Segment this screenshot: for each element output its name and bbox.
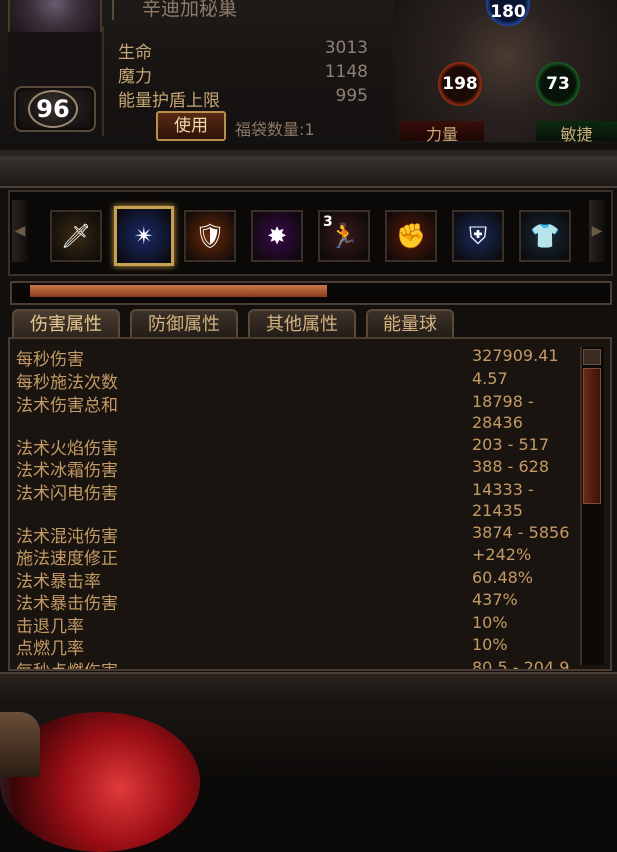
flame-shield-skill-icon[interactable]: 🛡	[184, 210, 236, 262]
skill-scroll-left[interactable]: ◀	[12, 200, 28, 262]
stat-label: 每秒伤害	[16, 350, 84, 370]
guard-emblem-skill-icon[interactable]: ⛨	[452, 210, 504, 262]
stat-label: 点燃几率	[16, 639, 84, 659]
bag-count: 福袋数量:1	[235, 120, 315, 139]
stat-value: 437%	[472, 590, 518, 609]
sprint-skill-icon[interactable]: 🏃 3	[318, 210, 370, 262]
stat-value: 203 - 517	[472, 435, 550, 454]
stat-label: 每秒点燃伤害	[16, 657, 118, 669]
stat-value-mana: 1148	[324, 62, 368, 82]
skill-glyph: 👕	[530, 222, 560, 250]
skill-glyph: ⛨	[469, 222, 487, 250]
skill-glyph: ✊	[396, 222, 426, 250]
dexterity-orb: 73	[536, 62, 580, 106]
stat-label: 法术暴击伤害	[16, 594, 118, 614]
skill-scroll-right[interactable]: ▶	[589, 200, 605, 262]
void-orb-skill-icon[interactable]: ✸	[251, 210, 303, 262]
tab-defense-attributes[interactable]: 防御属性	[130, 309, 238, 339]
stat-value: +242%	[472, 545, 532, 564]
fire-fist-skill-icon[interactable]: ✊	[385, 210, 437, 262]
dexterity-label: 敏捷	[536, 121, 617, 144]
scrollbar-thumb[interactable]	[583, 368, 601, 504]
stat-value-continued: 28436	[472, 413, 523, 432]
character-name: 辛迪加秘巢	[142, 0, 238, 20]
arcane-cloak-skill-icon[interactable]: ✴	[114, 206, 174, 266]
blade-skill-icon[interactable]: 🗡	[50, 210, 102, 262]
stat-value: 3874 - 5856	[472, 523, 570, 542]
stat-label: 法术闪电伤害	[16, 484, 118, 504]
name-divider	[112, 0, 114, 20]
skill-level-badge: 3	[323, 214, 333, 230]
stat-value: 10%	[472, 635, 508, 654]
tab-energy-orb[interactable]: 能量球	[366, 309, 454, 339]
tab-damage-attributes[interactable]: 伤害属性	[12, 309, 120, 339]
strength-label: 力量	[400, 121, 484, 144]
skill-glyph: ✴	[133, 222, 155, 250]
stat-value-energy-shield: 995	[335, 86, 368, 106]
character-portrait	[8, 0, 102, 34]
scroll-up-button[interactable]	[583, 349, 601, 365]
stat-value: 327909.41	[472, 346, 559, 365]
tab-other-attributes[interactable]: 其他属性	[248, 309, 356, 339]
stat-value: 18798 -	[472, 392, 534, 411]
damage-stats-list[interactable]: 每秒伤害 327909.41 每秒施法次数 4.57 法术伤害总和 18798 …	[8, 337, 612, 671]
hud-ornament	[0, 712, 40, 777]
skill-glyph: 🏃	[329, 222, 359, 250]
stat-label: 法术伤害总和	[16, 396, 118, 416]
stat-label-energy-shield: 能量护盾上限	[118, 91, 220, 111]
stat-label-life: 生命	[118, 43, 152, 63]
use-button[interactable]: 使用	[156, 111, 226, 141]
stat-value: 388 - 628	[472, 457, 550, 476]
experience-bar-fill	[30, 285, 327, 297]
skill-glyph: ✸	[266, 222, 288, 250]
stat-value-life: 3013	[324, 38, 368, 58]
stat-value: 4.57	[472, 369, 508, 388]
stat-value: 10%	[472, 613, 508, 632]
skill-glyph: 🛡	[194, 222, 226, 250]
armor-skill-icon[interactable]: 👕	[519, 210, 571, 262]
stat-value-continued: 21435	[472, 501, 523, 520]
window-frame-top	[0, 156, 617, 188]
skill-glyph: 🗡	[60, 222, 92, 250]
stat-label-mana: 魔力	[118, 67, 152, 87]
stat-label: 法术冰霜伤害	[16, 461, 118, 481]
stat-value: 60.48%	[472, 568, 534, 587]
window-frame-bottom	[0, 672, 617, 706]
stat-value: 80.5 - 204.9	[472, 658, 570, 671]
stat-label: 施法速度修正	[16, 549, 118, 569]
stat-label: 每秒施法次数	[16, 373, 118, 393]
stat-value: 14333 -	[472, 480, 534, 499]
level-badge: 96	[28, 90, 78, 128]
character-panel: 辛迪加秘巢 96 生命 3013 魔力 1148 能量护盾上限 995 使用 福…	[0, 0, 617, 150]
strength-orb: 198	[438, 62, 482, 106]
